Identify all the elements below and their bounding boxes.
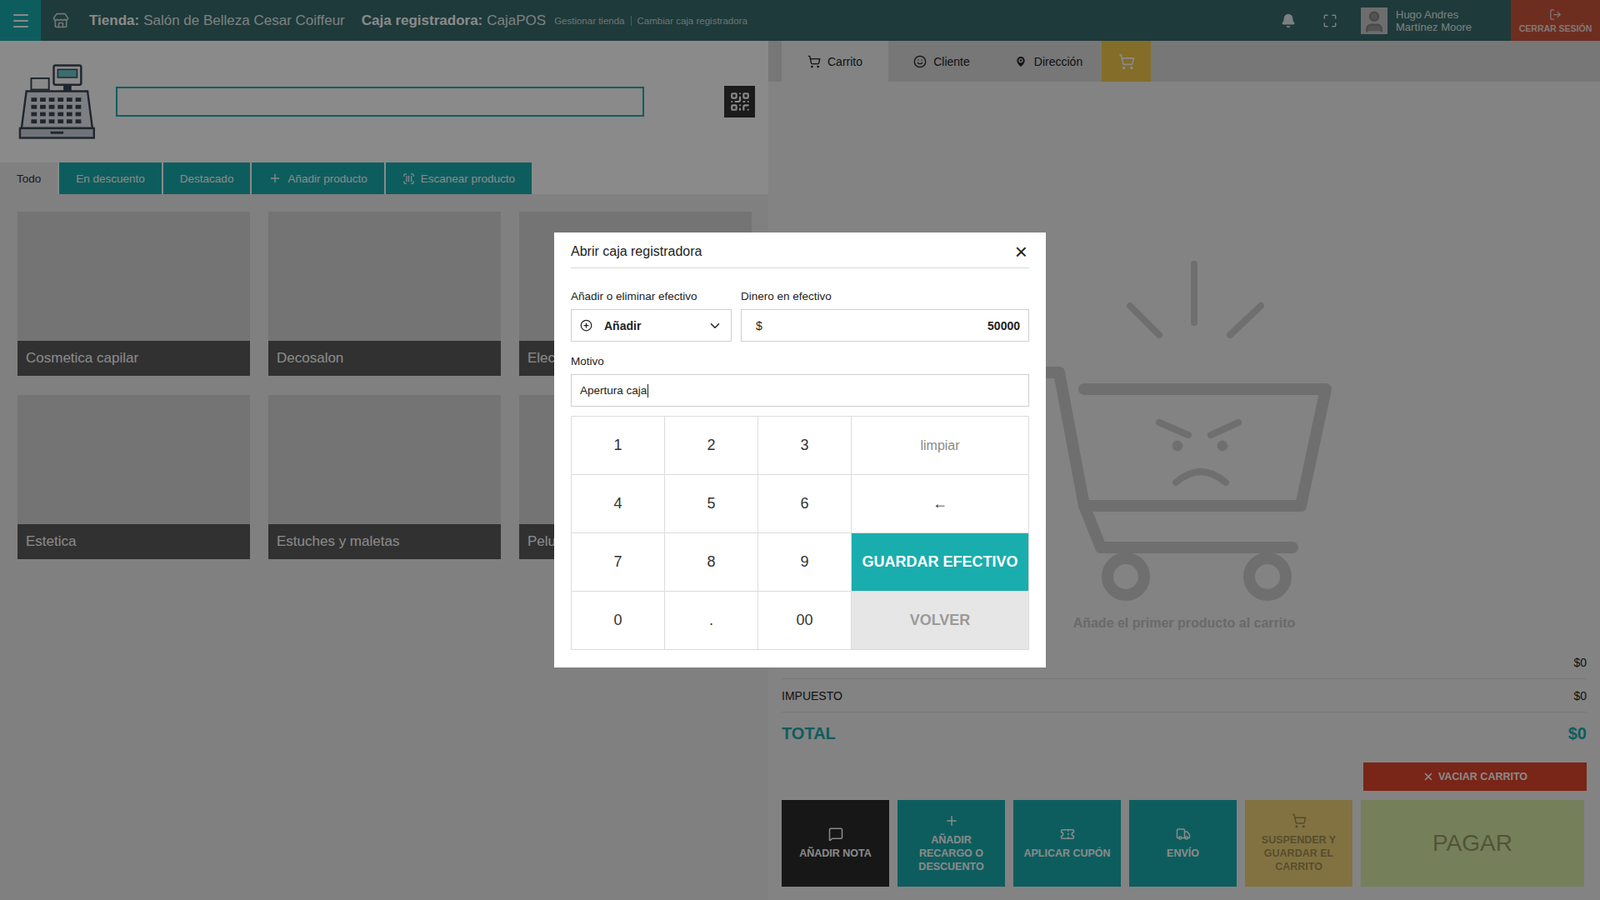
close-button[interactable]: × [1013, 240, 1030, 263]
keypad-key[interactable]: 0 [571, 591, 665, 650]
mode-select[interactable]: Añadir [570, 309, 732, 342]
field-label: Dinero en efectivo [740, 290, 1030, 303]
keypad-key[interactable]: ← [851, 475, 1030, 534]
keypad-key[interactable]: 5 [665, 475, 759, 534]
keypad-key[interactable]: 1 [571, 416, 665, 475]
cash-field: Dinero en efectivo $50000 [740, 290, 1030, 342]
keypad-key[interactable]: 9 [758, 533, 852, 592]
keypad: 123limpiar 456← 789GUARDAR EFECTIVO 0.00VOL… [570, 415, 1030, 650]
text-caret [647, 384, 649, 398]
mode-field: Añadir o eliminar efectivo Añadir [570, 290, 732, 342]
keypad-key[interactable]: . [665, 591, 759, 650]
modal-backdrop: Abrir caja registradora × Añadir o elimina… [0, 0, 1600, 900]
keypad-key[interactable]: 4 [571, 475, 665, 534]
field-label: Añadir o eliminar efectivo [570, 290, 732, 303]
modal-header: Abrir caja registradora × [570, 232, 1030, 269]
keypad-key[interactable]: 3 [758, 416, 852, 475]
reason-input[interactable]: Apertura caja [570, 374, 1030, 407]
keypad-key[interactable]: 6 [758, 475, 852, 534]
cash-fields: Añadir o eliminar efectivoAñadirDinero e… [570, 290, 1030, 342]
reason-field: Motivo Apertura caja [570, 355, 1030, 407]
keypad-key[interactable]: 7 [571, 533, 665, 592]
keypad-key[interactable]: VOLVER [851, 591, 1030, 650]
pos-page: Tienda:Salón de Belleza Cesar CoiffeurCa… [0, 0, 1600, 900]
add-circle-icon [580, 319, 593, 332]
keypad-key[interactable]: 8 [665, 533, 759, 592]
keypad-key[interactable]: 00 [758, 591, 852, 650]
modal-title: Abrir caja registradora [570, 244, 702, 260]
cash-input[interactable]: $50000 [740, 309, 1030, 342]
field-label: Motivo [570, 355, 1030, 368]
keypad-key[interactable]: GUARDAR EFECTIVO [851, 533, 1030, 592]
chevron-down-icon [707, 318, 723, 334]
keypad-key[interactable]: limpiar [851, 416, 1030, 475]
keypad-key[interactable]: 2 [665, 416, 759, 475]
open-register-modal: Abrir caja registradora × Añadir o elimina… [554, 232, 1046, 668]
